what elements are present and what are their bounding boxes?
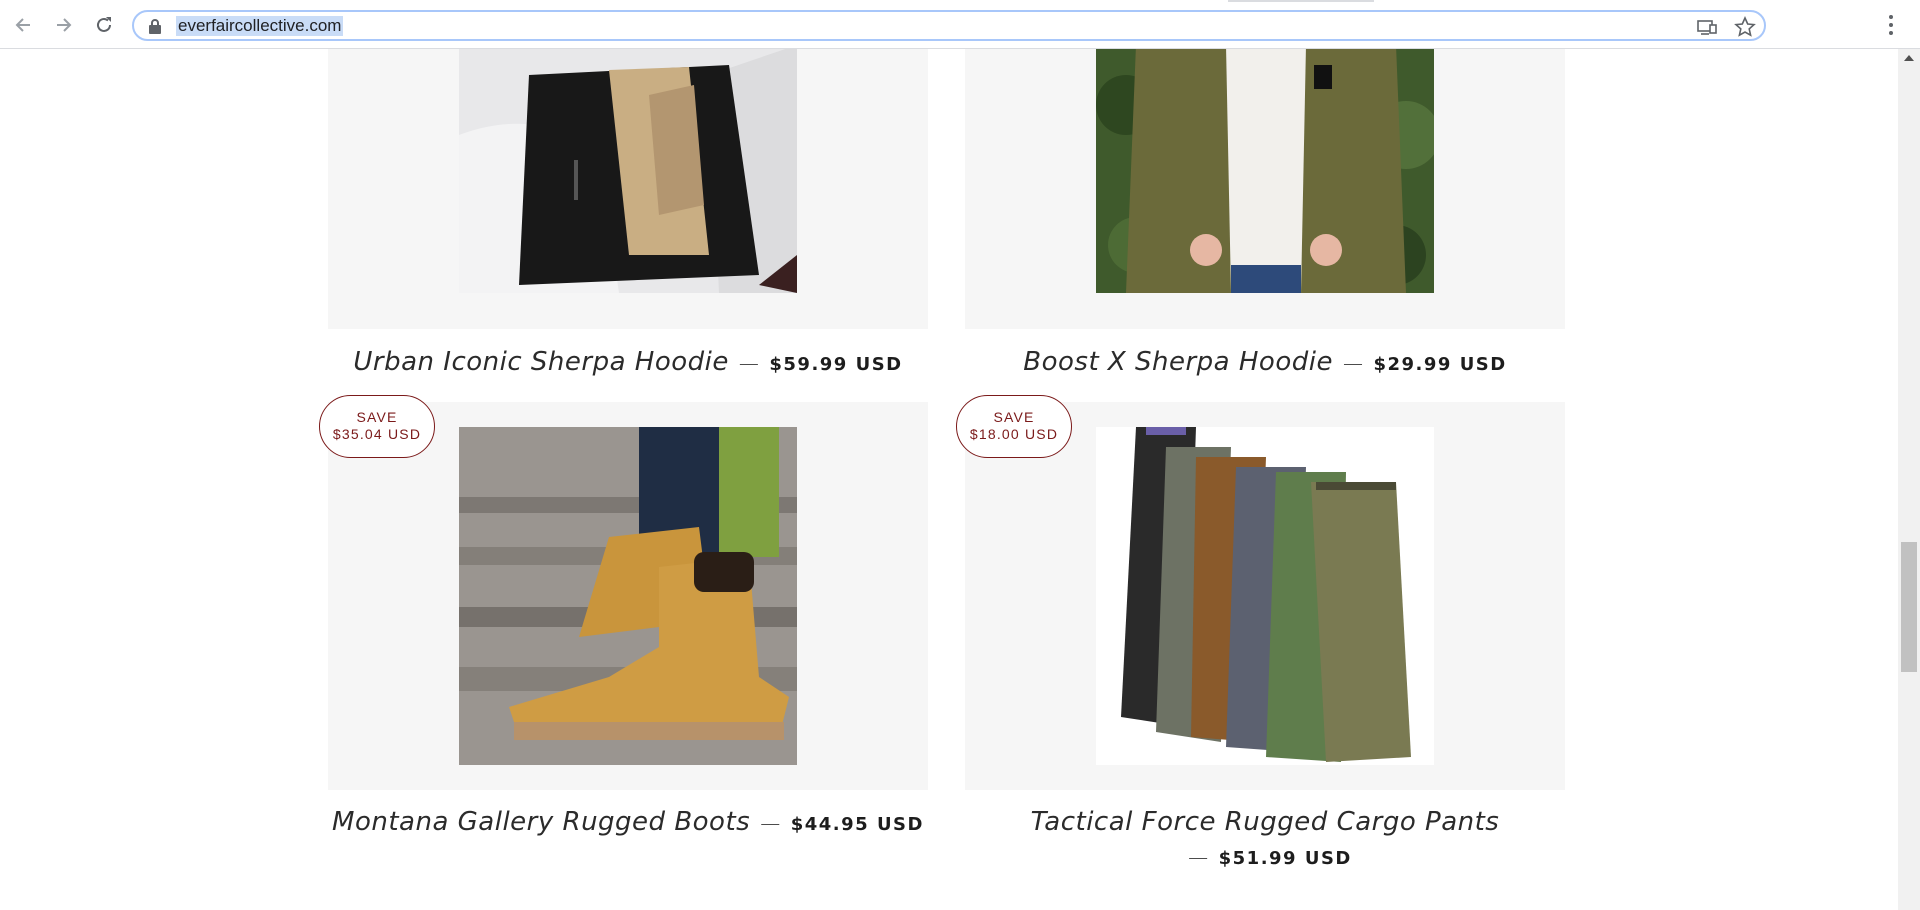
price-separator: — — [738, 351, 760, 375]
product-card[interactable]: SAVE $35.04 USD Montana Gallery Rugged B… — [319, 395, 928, 872]
browser-menu-button[interactable] — [1879, 12, 1903, 38]
hoodie-image — [459, 49, 797, 293]
sale-badge: SAVE $18.00 USD — [956, 395, 1072, 458]
scroll-thumb[interactable] — [1901, 542, 1917, 672]
star-icon — [1734, 16, 1756, 37]
browser-toolbar: everfaircollective.com — [0, 0, 1920, 49]
product-title-line[interactable]: Montana Gallery Rugged Boots — $44.95 USD — [328, 805, 928, 842]
price-separator: — — [1342, 351, 1364, 375]
cargo-pants-image — [1096, 427, 1434, 765]
product-card[interactable]: SAVE $18.00 USD Tactical Force Rugged Ca… — [956, 395, 1565, 902]
address-bar[interactable]: everfaircollective.com — [132, 10, 1766, 41]
product-price: $29.99 USD — [1373, 354, 1507, 375]
url-text[interactable]: everfaircollective.com — [176, 16, 344, 36]
price-separator: — — [760, 811, 781, 835]
arrow-right-icon — [57, 18, 72, 32]
product-name[interactable]: Urban Iconic Sherpa Hoodie — [353, 347, 729, 377]
tab-indicator — [1228, 0, 1374, 2]
product-card[interactable]: Boost X Sherpa Hoodie — $29.99 USD — [965, 49, 1565, 389]
cast-icon — [1697, 20, 1717, 35]
bookmark-button[interactable] — [1734, 16, 1756, 38]
reload-button[interactable] — [91, 12, 117, 38]
vertical-dots-icon — [1889, 15, 1893, 35]
badge-amount: $18.00 USD — [969, 426, 1059, 442]
page-scrollbar[interactable] — [1898, 49, 1920, 910]
product-image[interactable] — [459, 427, 797, 765]
product-name[interactable]: Montana Gallery Rugged Boots — [332, 807, 750, 837]
page-content: Urban Iconic Sherpa Hoodie — $59.99 USD Bo… — [0, 49, 1898, 910]
product-name[interactable]: Tactical Force Rugged Cargo Pants — [965, 805, 1565, 839]
hoodie-image — [1096, 49, 1434, 293]
reload-icon — [97, 17, 111, 32]
forward-button[interactable] — [50, 12, 76, 38]
badge-label: SAVE — [993, 409, 1035, 425]
product-image[interactable] — [1096, 427, 1434, 765]
product-title[interactable]: Tactical Force Rugged Cargo Pants — [965, 805, 1565, 839]
cast-button[interactable] — [1696, 16, 1718, 38]
price-separator: — — [1188, 845, 1209, 869]
scroll-up-arrow[interactable] — [1904, 55, 1914, 61]
back-button[interactable] — [11, 12, 37, 38]
product-price: $59.99 USD — [769, 354, 903, 375]
product-title-line[interactable]: Urban Iconic Sherpa Hoodie — $59.99 USD — [328, 345, 928, 382]
badge-label: SAVE — [356, 409, 398, 425]
product-card[interactable]: Urban Iconic Sherpa Hoodie — $59.99 USD — [328, 49, 928, 389]
badge-amount: $35.04 USD — [332, 426, 422, 442]
boots-image — [459, 427, 797, 765]
product-title-line[interactable]: Boost X Sherpa Hoodie — $29.99 USD — [965, 345, 1565, 382]
lock-icon — [149, 19, 161, 34]
product-image[interactable] — [1096, 49, 1434, 293]
product-price: $51.99 USD — [1218, 848, 1352, 869]
product-name[interactable]: Boost X Sherpa Hoodie — [1023, 347, 1333, 377]
product-price: $44.95 USD — [790, 814, 924, 835]
product-price-line: — $51.99 USD — [965, 839, 1565, 876]
product-image[interactable] — [459, 49, 797, 293]
arrow-left-icon — [15, 18, 30, 32]
sale-badge: SAVE $35.04 USD — [319, 395, 435, 458]
